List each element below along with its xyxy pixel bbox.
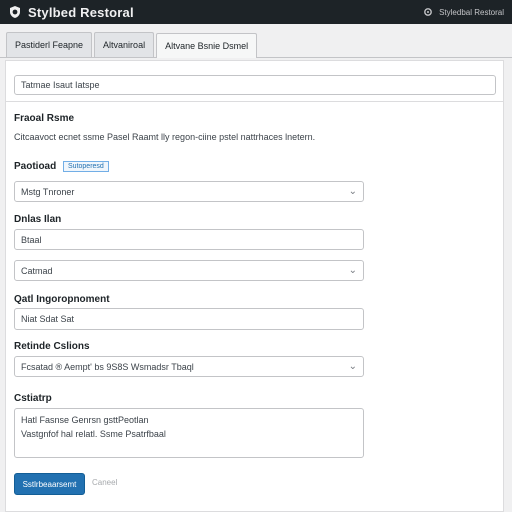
chevron-down-icon: ⌄	[348, 265, 357, 276]
field1-value: Mstg Tnroner	[21, 186, 75, 197]
field3-input[interactable]: Niat Sdat Sat	[14, 308, 364, 330]
section-description: Citcaavoct ecnet ssme Pasel Raamt lly re…	[14, 132, 316, 142]
top-text-input[interactable]: Tatmae Isaut Iatspe	[14, 75, 496, 95]
tab-general[interactable]: Pastiderl Feapne	[6, 32, 93, 57]
tab-advanced[interactable]: Altvaniroal	[94, 32, 155, 57]
field1-badge: Sutoperesd	[63, 161, 109, 172]
cancel-button[interactable]: Caneel	[92, 478, 117, 487]
field1-label-text: Paotioad	[14, 161, 57, 173]
user-menu[interactable]: Styledbal Restoral	[423, 7, 504, 17]
tab-active-label: Altvane Bsnie Dsmel	[165, 41, 249, 51]
chevron-down-icon: ⌄	[348, 186, 357, 197]
save-button[interactable]: Sstlrbeaarsemt	[14, 473, 85, 495]
field1-label: Paotioad Sutoperesd	[14, 161, 109, 172]
field3-label: Qatl Ingoropnoment	[14, 294, 110, 305]
gear-icon[interactable]	[423, 7, 433, 17]
tab-bar: Pastiderl Feapne Altvaniroal Altvane Bsn…	[0, 24, 512, 58]
shield-logo-icon	[10, 6, 20, 18]
field2-select[interactable]: Catmad ⌄	[14, 260, 364, 281]
field4-value: Fcsatad ® Aempt' bs 9S8S Wsmadsr Tbaql	[21, 361, 194, 372]
field4-label: Retinde Cslions	[14, 341, 90, 352]
tab-general-label: Pastiderl Feapne	[15, 40, 84, 50]
field5-line2: Vastgnfof hal relatl. Ssme Psatrfbaal	[21, 429, 166, 439]
field2-value: Btaal	[21, 234, 42, 245]
field4-select[interactable]: Fcsatad ® Aempt' bs 9S8S Wsmadsr Tbaql ⌄	[14, 356, 364, 377]
section-divider	[6, 101, 503, 102]
top-bar: Stylbed Restoral Styledbal Restoral	[0, 0, 512, 24]
field2-input[interactable]: Btaal	[14, 229, 364, 250]
top-input-value: Tatmae Isaut Iatspe	[21, 80, 100, 90]
field2-select-value: Catmad	[21, 265, 53, 276]
chevron-down-icon: ⌄	[348, 361, 357, 372]
app-title: Stylbed Restoral	[28, 4, 134, 20]
field5-textarea[interactable]: Hatl Fasnse Genrsn gsttPeotlan Vastgnfof…	[14, 408, 364, 458]
tab-advanced-label: Altvaniroal	[103, 40, 146, 50]
settings-panel: Tatmae Isaut Iatspe Fraoal Rsme Citcaavo…	[5, 60, 504, 512]
field1-select[interactable]: Mstg Tnroner ⌄	[14, 181, 364, 202]
field5-line1: Hatl Fasnse Genrsn gsttPeotlan	[21, 415, 149, 425]
field3-value: Niat Sdat Sat	[21, 314, 75, 324]
user-name[interactable]: Styledbal Restoral	[439, 8, 504, 17]
section-heading: Fraoal Rsme	[14, 113, 75, 124]
field5-label: Cstiatrp	[14, 393, 52, 404]
tab-active[interactable]: Altvane Bsnie Dsmel	[156, 33, 258, 58]
field2-label: Dnlas Ilan	[14, 214, 62, 225]
